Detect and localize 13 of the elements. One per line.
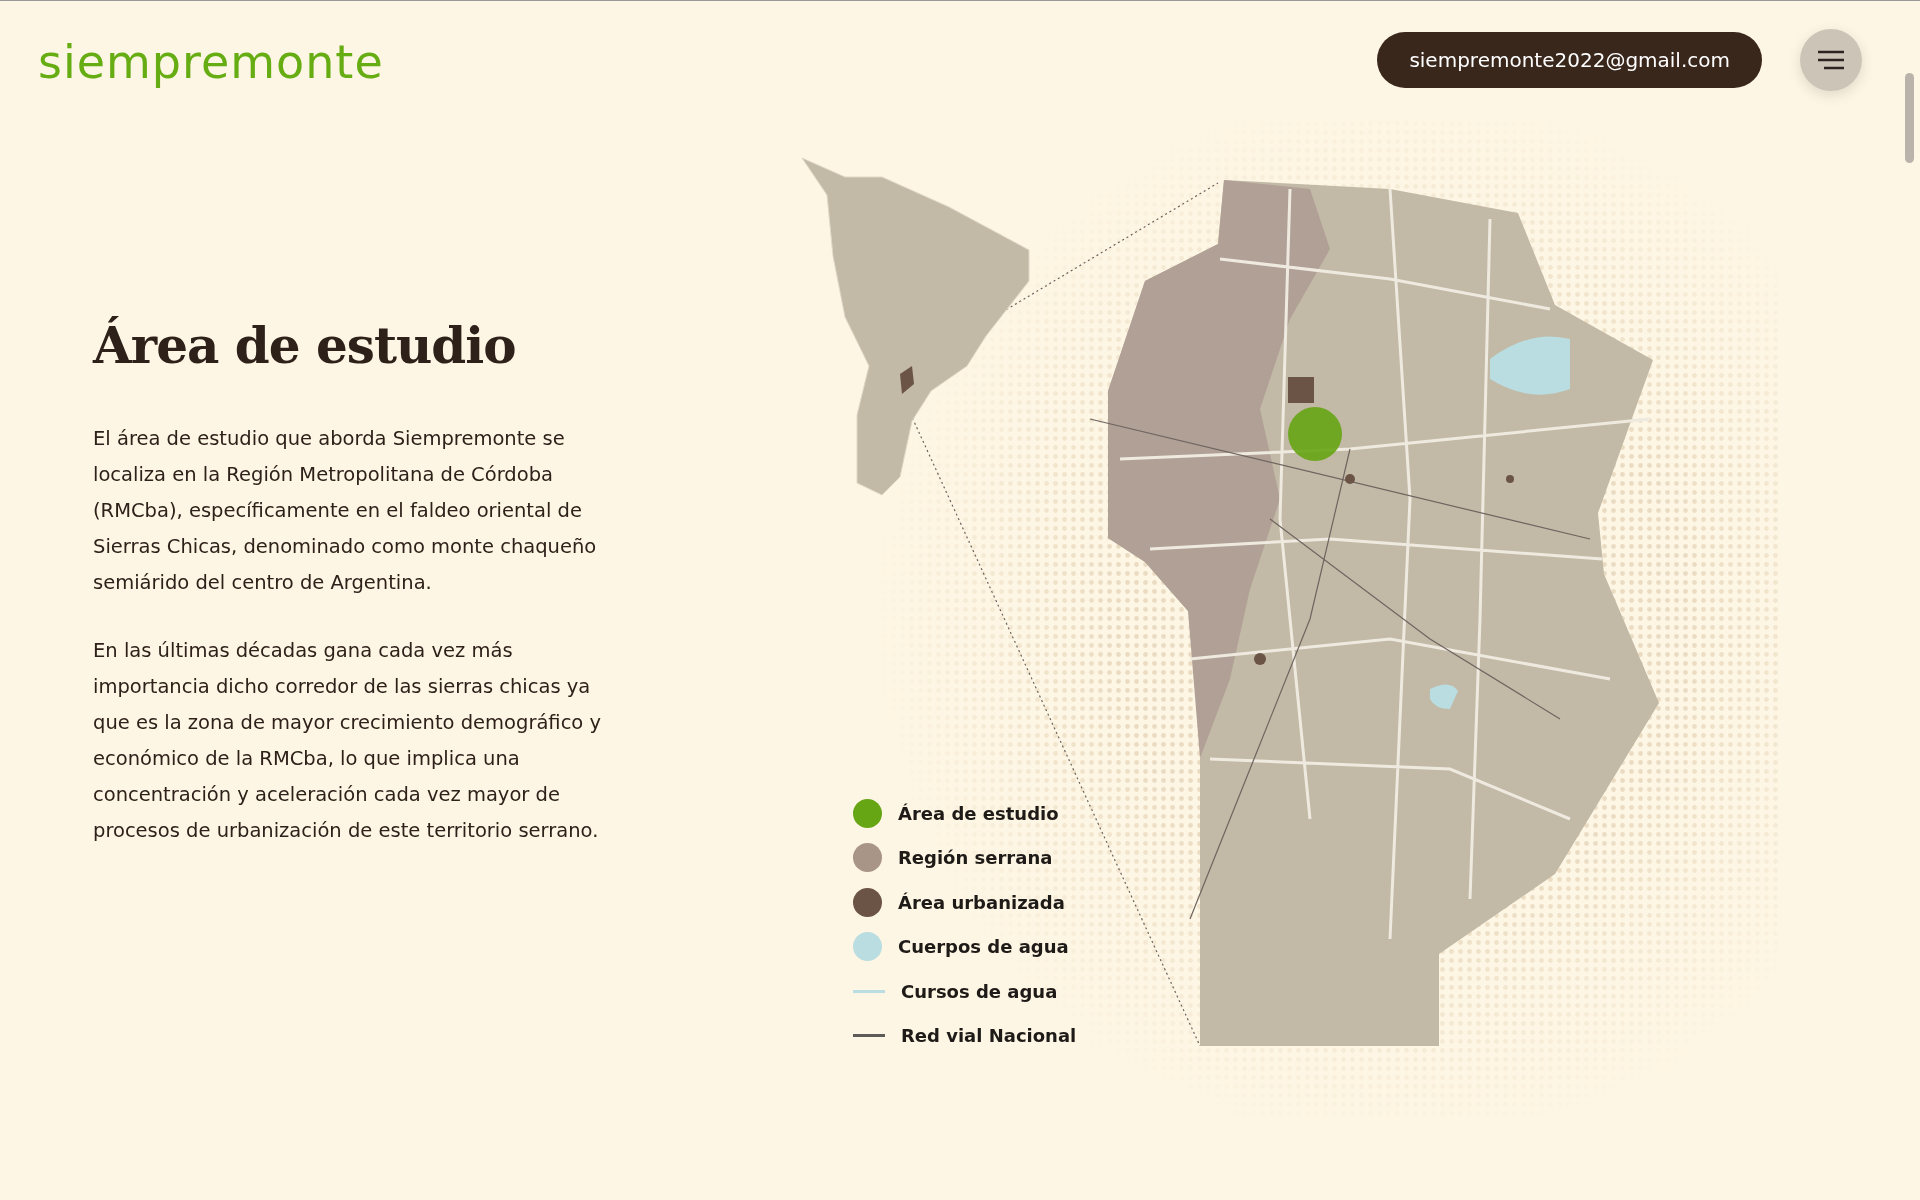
section-heading: Área de estudio: [93, 316, 517, 375]
legend-label: Región serrana: [898, 847, 1053, 869]
legend-label: Área de estudio: [898, 802, 1059, 824]
legend-label: Red vial Nacional: [901, 1025, 1077, 1047]
email-button[interactable]: siempremonte2022@gmail.com: [1377, 32, 1762, 88]
body-paragraph: En las últimas décadas gana cada vez más importancia dicho corredor de las sierras chicas ya que es la zona de mayor crecimiento demográfico y económico de la RMCba, lo que implica una concentración y aceleración cada vez mayor de procesos de urbanización de este territorio serrano.: [93, 638, 603, 844]
scrollbar-thumb[interactable]: [1905, 73, 1914, 163]
legend-label: Área urbanizada: [898, 891, 1065, 913]
legend-label: Cuerpos de agua: [898, 936, 1069, 958]
study-area-marker: [1288, 407, 1342, 461]
legend-label: Cursos de agua: [901, 980, 1058, 1002]
menu-icon: [1817, 50, 1845, 70]
body-paragraph: El área de estudio que aborda Siempremonte se localiza en la Región Metropolitana de Córdoba (RMCba), específicamente en el faldeo oriental de Sierras Chicas, denominado como monte chaqueño semiárido del centro de Argentina.: [93, 426, 598, 596]
